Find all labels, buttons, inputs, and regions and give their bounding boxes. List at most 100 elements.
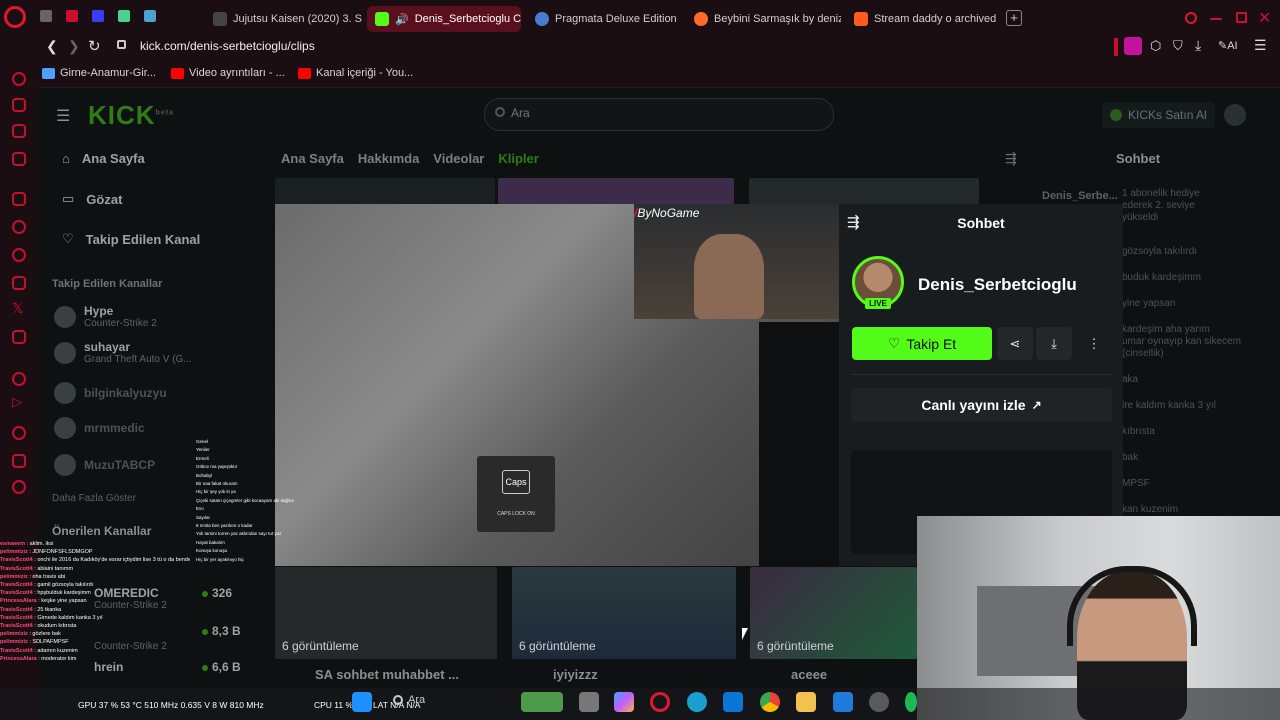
bookmark-item[interactable]: Kanal içeriği - You... bbox=[298, 67, 413, 79]
follow-button[interactable]: ♡ Takip Et bbox=[852, 327, 992, 360]
extensions-icon[interactable]: ⬡ bbox=[1150, 38, 1161, 54]
task-view-icon[interactable] bbox=[579, 692, 599, 712]
browser-tab-active[interactable]: 🔊 Denis_Serbetcioglu Cl bbox=[367, 6, 521, 32]
whatsapp-icon[interactable] bbox=[12, 248, 26, 262]
thumbnail-title[interactable]: SA sohbet muhabbet ... bbox=[315, 667, 459, 682]
widgets-icon[interactable] bbox=[521, 692, 563, 712]
maximize-button[interactable] bbox=[1236, 12, 1247, 23]
browser-tab[interactable]: Stream daddy o archived bbox=[846, 6, 1001, 32]
opera-gx-icon[interactable] bbox=[650, 692, 670, 712]
pinned-tab-icon[interactable] bbox=[118, 10, 130, 22]
close-window-button[interactable]: ✕ bbox=[1258, 8, 1271, 28]
download-icon[interactable]: ⤓ bbox=[1195, 37, 1201, 54]
share-button[interactable]: ⋖ bbox=[997, 327, 1033, 360]
tab-home[interactable]: Ana Sayfa bbox=[281, 151, 344, 166]
followed-channel[interactable]: Hype Counter-Strike 2 bbox=[54, 304, 157, 329]
download-icon: ⤓ bbox=[1051, 335, 1057, 351]
speaker-icon[interactable]: 🔊 bbox=[395, 13, 409, 26]
followed-channel[interactable]: bilginkalyuzyu bbox=[54, 382, 167, 404]
x-icon[interactable]: 𝕏 bbox=[12, 300, 23, 317]
channel-name[interactable]: Denis_Serbetcioglu bbox=[918, 275, 1077, 295]
menu-icon[interactable]: ☰ bbox=[1254, 37, 1267, 54]
clip-thumbnail[interactable] bbox=[749, 178, 979, 204]
chat-line: gözsoyla takılırdı bbox=[1122, 246, 1198, 257]
search-bar[interactable] bbox=[484, 98, 834, 131]
reload-icon[interactable]: ↻ bbox=[88, 37, 101, 55]
store-icon[interactable] bbox=[723, 692, 743, 712]
play-icon[interactable]: ▷ bbox=[12, 394, 22, 410]
followed-channel[interactable]: mrmmedic bbox=[54, 417, 145, 439]
taskbar-search[interactable]: Ara bbox=[393, 694, 425, 706]
bookmark-item[interactable]: Girne-Anamur-Gir... bbox=[42, 67, 156, 79]
forward-icon[interactable]: ❯ bbox=[68, 38, 80, 55]
overlay-chat-user: pelimmiziz bbox=[0, 573, 28, 580]
history-icon[interactable] bbox=[12, 426, 26, 440]
browser-tab[interactable]: Jujutsu Kaisen (2020) 3. S bbox=[205, 6, 365, 32]
thumbnail-title[interactable]: aceee bbox=[791, 667, 827, 682]
nav-following[interactable]: ♡ Takip Edilen Kanal bbox=[62, 231, 200, 247]
avatar[interactable] bbox=[1224, 104, 1246, 126]
minimize-button[interactable] bbox=[1210, 18, 1222, 20]
extension-icon[interactable] bbox=[1114, 38, 1118, 56]
browser-tab[interactable]: Pragmata Deluxe Edition bbox=[527, 6, 682, 32]
chat-line: yine yapsan bbox=[1122, 298, 1176, 309]
twitch-extension-icon[interactable] bbox=[1124, 37, 1142, 55]
clip-thumbnail[interactable] bbox=[498, 178, 734, 204]
windows-start-icon[interactable] bbox=[352, 692, 372, 712]
edge-icon[interactable] bbox=[687, 692, 707, 712]
nav-browse[interactable]: ▭ Gözat bbox=[62, 191, 122, 207]
music-icon[interactable] bbox=[12, 372, 26, 386]
chat-line: lre kaldım kanka 3 yıl bbox=[1122, 400, 1216, 411]
file-explorer-icon[interactable] bbox=[796, 692, 816, 712]
copilot-icon[interactable] bbox=[614, 692, 634, 712]
steam-icon[interactable] bbox=[869, 692, 889, 712]
discord-icon[interactable] bbox=[12, 330, 26, 344]
nav-home[interactable]: ⌂ Ana Sayfa bbox=[62, 151, 145, 166]
watch-live-button[interactable]: Canlı yayını izle ↗ bbox=[851, 388, 1112, 422]
sidebar-app-icon[interactable] bbox=[12, 124, 26, 138]
download-button[interactable]: ⤓ bbox=[1036, 327, 1072, 360]
bookmark-item[interactable]: Video ayrıntıları - ... bbox=[171, 67, 285, 79]
pinned-tab-icon[interactable] bbox=[40, 10, 52, 22]
followed-channel[interactable]: suhayar Grand Theft Auto V (G... bbox=[54, 340, 192, 365]
pinned-tab-icon[interactable] bbox=[66, 10, 78, 22]
search-input[interactable] bbox=[511, 106, 811, 120]
chrome-icon[interactable] bbox=[760, 692, 780, 712]
sidebar-app-icon[interactable] bbox=[12, 98, 26, 112]
thumbnail-views: 6 görüntüleme bbox=[519, 639, 596, 653]
browser-tab[interactable]: Beybini Sarmaşık by deniz bbox=[686, 6, 841, 32]
followed-channel[interactable]: MuzuTABCP bbox=[54, 454, 155, 476]
instagram-icon[interactable] bbox=[12, 276, 26, 290]
pinned-tab-icon[interactable] bbox=[144, 10, 156, 22]
kick-logo[interactable]: KICKbeta bbox=[88, 100, 174, 131]
thumbnail-title[interactable]: iyiyizzz bbox=[553, 667, 598, 682]
url-field[interactable]: kick.com/denis-serbetcioglu/clips bbox=[140, 39, 315, 53]
ai-button[interactable]: ✎AI bbox=[1218, 39, 1238, 52]
outlook-icon[interactable] bbox=[833, 692, 853, 712]
pinned-tab-icon[interactable] bbox=[92, 10, 104, 22]
clip-thumbnail[interactable] bbox=[275, 178, 495, 204]
settings-gear-icon[interactable] bbox=[12, 480, 26, 494]
overlay-chat-user: TravisScott4 bbox=[0, 647, 33, 654]
back-icon[interactable]: ❮ bbox=[46, 38, 58, 55]
collapse-chat-icon[interactable]: ⇶ bbox=[1005, 150, 1017, 167]
twitch-icon[interactable] bbox=[12, 192, 26, 206]
overlay-chat-text: okudum kıbrısta bbox=[37, 623, 77, 630]
show-more-link[interactable]: Daha Fazla Göster bbox=[52, 493, 136, 504]
chat-line: umar oynayıp kan sikecem bbox=[1122, 336, 1241, 347]
search-tabs-icon[interactable] bbox=[1185, 12, 1197, 24]
more-button[interactable]: ⋮ bbox=[1076, 327, 1112, 360]
spotify-icon[interactable] bbox=[905, 692, 917, 712]
tab-clips[interactable]: Klipler bbox=[498, 151, 538, 166]
tab-videos[interactable]: Videolar bbox=[433, 151, 484, 166]
sidebar-app-icon[interactable] bbox=[12, 72, 26, 86]
messenger-icon[interactable] bbox=[12, 220, 26, 234]
profile-icon[interactable]: ⛉ bbox=[1173, 38, 1183, 54]
sidebar-app-icon[interactable] bbox=[12, 152, 26, 166]
new-tab-button[interactable]: + bbox=[1006, 10, 1022, 26]
opera-logo-icon[interactable] bbox=[4, 6, 26, 28]
extensions-icon[interactable] bbox=[12, 454, 26, 468]
buy-kicks-button[interactable]: KICKs Satın Al bbox=[1102, 102, 1215, 128]
tab-about[interactable]: Hakkımda bbox=[358, 151, 419, 166]
hamburger-icon[interactable]: ☰ bbox=[56, 106, 70, 126]
